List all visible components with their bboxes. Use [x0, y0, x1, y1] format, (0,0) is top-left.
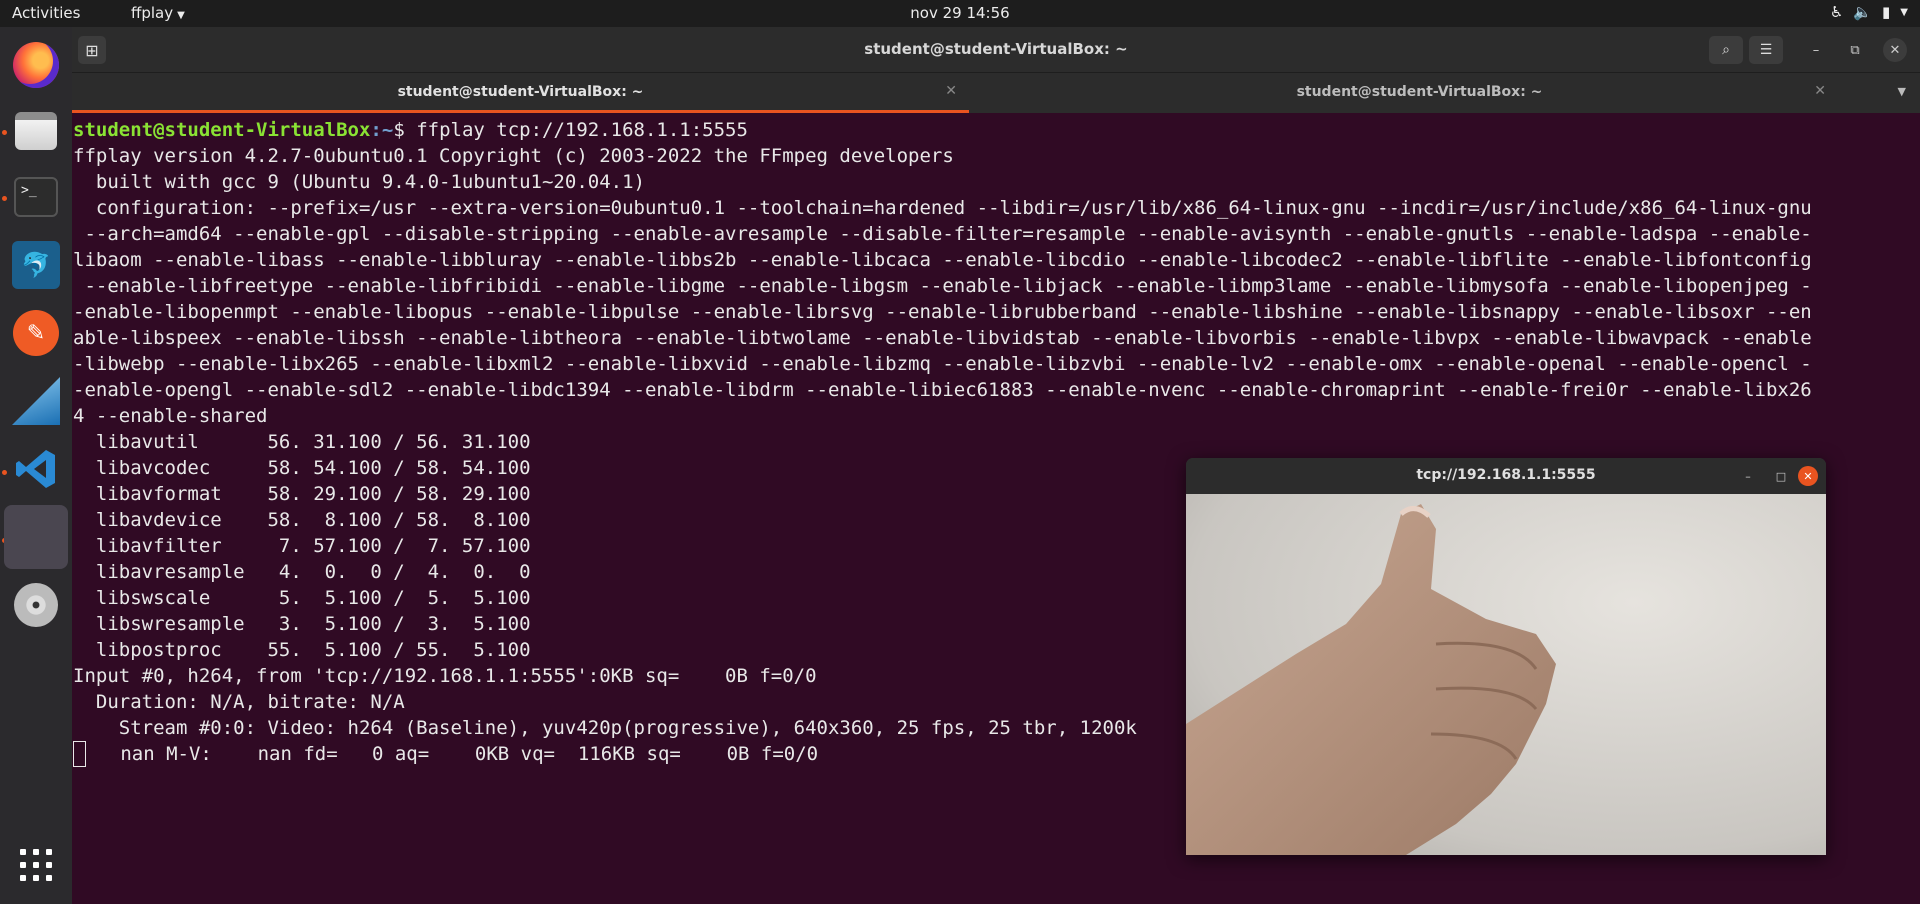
system-tray[interactable]: ♿ 🔈 ▮ ▼: [1830, 3, 1908, 21]
prompt-path: :~: [370, 119, 394, 141]
postman-icon: ✎: [13, 310, 59, 356]
prompt-user: student@student-VirtualBox: [73, 119, 371, 141]
close-icon: ✕: [1889, 42, 1901, 58]
status-text: nan M-V: nan fd= 0 aq= 0KB vq= 116KB sq=…: [86, 743, 819, 765]
dock-item-postman[interactable]: ✎: [4, 301, 68, 365]
ffplay-window-title: tcp://192.168.1.1:5555: [1416, 467, 1596, 483]
activities-button[interactable]: Activities: [12, 4, 80, 22]
terminal-header-bar: ⊞ student@student-VirtualBox: ~ ⌕ ☰ – ⧉ …: [72, 27, 1920, 73]
tab-label: student@student-VirtualBox: ~: [1296, 84, 1543, 100]
tab-2[interactable]: student@student-VirtualBox: ~ ✕: [971, 73, 1868, 113]
dock-item-files[interactable]: [4, 99, 68, 163]
output-line: ffplay version 4.2.7-0ubuntu0.1 Copyrigh…: [73, 145, 954, 167]
search-icon: ⌕: [1722, 42, 1730, 58]
ffplay-maximize-button[interactable]: □: [1771, 466, 1791, 486]
cursor: [73, 741, 86, 767]
ffplay-minimize-button[interactable]: –: [1738, 466, 1758, 486]
files-icon: [15, 112, 57, 150]
minimize-icon: –: [1812, 42, 1820, 58]
output-line: -libwebp --enable-libx265 --enable-libxm…: [73, 353, 1812, 375]
tab-bar: student@student-VirtualBox: ~ ✕ student@…: [72, 73, 1920, 113]
close-icon[interactable]: ✕: [1814, 83, 1826, 99]
ffplay-title-bar[interactable]: tcp://192.168.1.1:5555 – □ ✕: [1186, 458, 1826, 494]
new-tab-button[interactable]: ⊞: [78, 36, 106, 64]
wireshark-icon: [12, 377, 60, 425]
vscode-icon: [13, 446, 59, 492]
tab-1[interactable]: student@student-VirtualBox: ~ ✕: [72, 73, 969, 113]
minimize-icon: –: [1745, 469, 1751, 483]
tab-menu-chevron-down-icon[interactable]: ▼: [1898, 85, 1906, 98]
close-button[interactable]: ✕: [1883, 38, 1907, 62]
restore-icon: ⧉: [1850, 42, 1860, 58]
output-line: libavutil 56. 31.100 / 56. 31.100: [73, 431, 531, 453]
chevron-down-icon: ▼: [177, 10, 185, 21]
mysql-workbench-icon: 🐬: [12, 241, 60, 289]
ffplay-close-button[interactable]: ✕: [1798, 466, 1818, 486]
output-line: -enable-opengl --enable-sdl2 --enable-li…: [73, 379, 1812, 401]
clock[interactable]: nov 29 14:56: [910, 4, 1009, 22]
dock-item-mysql-workbench[interactable]: 🐬: [4, 233, 68, 297]
accessibility-icon[interactable]: ♿: [1830, 3, 1843, 21]
battery-icon[interactable]: ▮: [1882, 3, 1890, 21]
close-icon: ✕: [1803, 469, 1813, 483]
dock-item-vscode[interactable]: [4, 437, 68, 501]
minimize-button[interactable]: –: [1804, 38, 1828, 62]
show-applications-icon[interactable]: [20, 849, 52, 881]
output-line: -enable-libopenmpt --enable-libopus --en…: [73, 301, 1812, 323]
dock-item-terminal[interactable]: >_: [4, 165, 68, 229]
hamburger-menu-icon: ☰: [1759, 42, 1773, 58]
prompt-suffix: $: [393, 119, 417, 141]
top-bar: Activities ffplay ▼ nov 29 14:56 ♿ 🔈 ▮ ▼: [0, 0, 1920, 27]
volume-icon[interactable]: 🔈: [1853, 3, 1872, 21]
output-line: built with gcc 9 (Ubuntu 9.4.0-1ubuntu1~…: [73, 171, 645, 193]
dock-item-firefox[interactable]: [4, 33, 68, 97]
close-icon[interactable]: ✕: [945, 83, 957, 99]
dock-item-wireshark[interactable]: [4, 369, 68, 433]
restore-button[interactable]: ⧉: [1843, 38, 1867, 62]
chevron-down-icon[interactable]: ▼: [1900, 7, 1908, 18]
command: ffplay tcp://192.168.1.1:5555: [416, 119, 748, 141]
search-button[interactable]: ⌕: [1709, 36, 1743, 64]
app-menu[interactable]: ffplay ▼: [131, 4, 185, 22]
window-title: student@student-VirtualBox: ~: [864, 40, 1128, 58]
dvd-icon: [14, 583, 58, 627]
terminal-icon: >_: [14, 177, 58, 217]
video-frame[interactable]: [1186, 494, 1826, 855]
dock-item-ffplay[interactable]: [4, 505, 68, 569]
menu-button[interactable]: ☰: [1749, 36, 1783, 64]
output-line: able-libspeex --enable-libssh --enable-l…: [73, 327, 1812, 349]
output-line: --arch=amd64 --enable-gpl --disable-stri…: [73, 223, 1812, 245]
prompt-line: student@student-VirtualBox:~$ ffplay tcp…: [73, 117, 1920, 143]
output-line: 4 --enable-shared: [73, 405, 268, 427]
output-line: --enable-libfreetype --enable-libfribidi…: [73, 275, 1812, 297]
app-menu-label: ffplay: [131, 4, 174, 22]
ffplay-window[interactable]: tcp://192.168.1.1:5555 – □ ✕: [1186, 458, 1826, 855]
thumbs-up-hand-image: [1186, 504, 1556, 855]
new-tab-icon: ⊞: [85, 40, 99, 60]
firefox-icon: [13, 42, 59, 88]
output-line: configuration: --prefix=/usr --extra-ver…: [73, 197, 1812, 219]
output-line: libaom --enable-libass --enable-libblura…: [73, 249, 1812, 271]
tab-label: student@student-VirtualBox: ~: [397, 84, 644, 100]
dock: >_ 🐬 ✎: [0, 27, 72, 904]
dock-item-dvd[interactable]: [4, 573, 68, 637]
maximize-icon: □: [1775, 469, 1787, 483]
